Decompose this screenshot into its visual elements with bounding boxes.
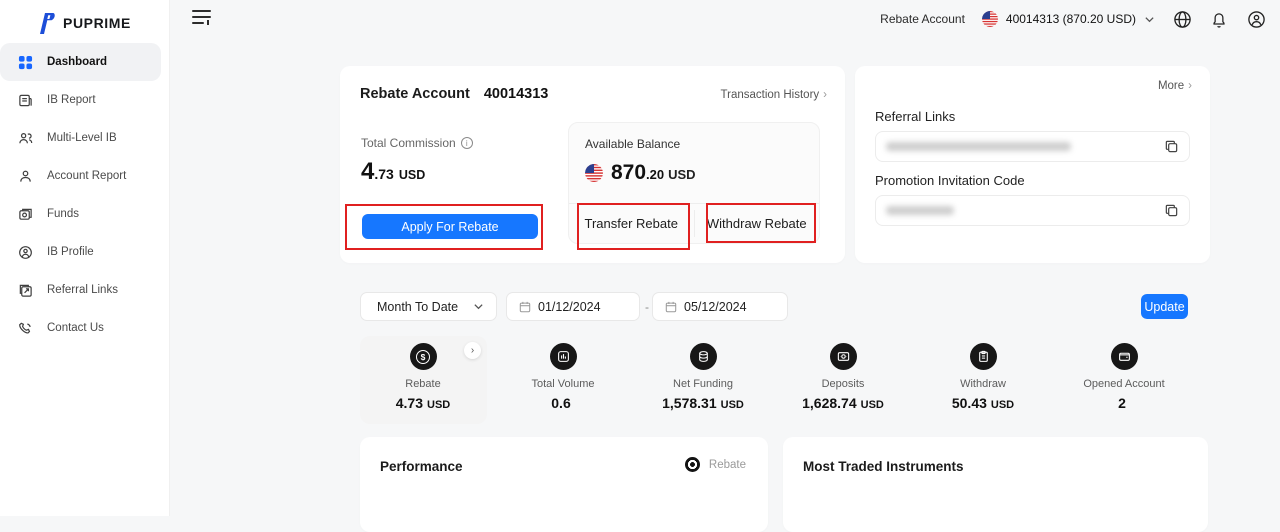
sidebar-item-label: Dashboard — [47, 56, 107, 68]
date-to-value: 05/12/2024 — [684, 300, 747, 314]
date-range-separator: - — [643, 292, 651, 321]
sidebar-item-label: Referral Links — [47, 284, 118, 296]
performance-panel: Performance Rebate — [360, 437, 768, 532]
dashboard-grid-icon — [17, 54, 34, 71]
language-globe-icon[interactable] — [1172, 9, 1192, 29]
info-icon[interactable]: i — [461, 137, 473, 149]
account-selector[interactable]: 40014313 (870.20 USD) — [982, 11, 1155, 27]
puprime-logo-icon — [34, 12, 56, 35]
person-icon — [17, 168, 34, 185]
copy-icon[interactable] — [1164, 139, 1179, 154]
notifications-bell-icon[interactable] — [1209, 9, 1229, 29]
receipt-icon — [970, 343, 997, 370]
available-balance-box: Available Balance 870.20USD Transfer Reb… — [568, 122, 820, 244]
available-balance-label: Available Balance — [585, 137, 680, 151]
total-commission-value: 4.73USD — [361, 158, 425, 186]
stat-opened-account[interactable]: Opened Account 2 — [1054, 343, 1194, 411]
stat-deposits[interactable]: Deposits 1,628.74USD — [773, 343, 913, 411]
most-traded-instruments-title: Most Traded Instruments — [803, 459, 964, 474]
sidebar-item-label: IB Report — [47, 94, 96, 106]
calendar-icon — [519, 301, 531, 313]
redacted-promotion-code — [886, 206, 954, 215]
sidebar-item-label: Account Report — [47, 170, 126, 182]
sidebar-item-label: Funds — [47, 208, 79, 220]
referral-link-icon — [17, 282, 34, 299]
performance-legend: Rebate — [685, 457, 746, 472]
transaction-history-link[interactable]: Transaction History › — [721, 89, 827, 101]
referral-links-card: More › Referral Links Promotion Invitati… — [855, 66, 1210, 263]
stat-net-funding[interactable]: Net Funding 1,578.31USD — [633, 343, 773, 411]
sidebar-item-referral-links[interactable]: Referral Links — [0, 271, 169, 309]
update-button[interactable]: Update — [1141, 294, 1188, 319]
performance-title: Performance — [380, 459, 463, 474]
profile-circle-icon — [17, 244, 34, 261]
sidebar-item-ib-report[interactable]: IB Report — [0, 81, 169, 119]
stat-total-volume[interactable]: Total Volume 0.6 — [493, 343, 633, 411]
date-range-value: Month To Date — [377, 300, 458, 314]
referral-links-label: Referral Links — [875, 109, 955, 124]
sidebar-item-label: Multi-Level IB — [47, 132, 117, 144]
stat-withdraw[interactable]: Withdraw 50.43USD — [913, 343, 1053, 411]
dollar-ring-icon: $ — [410, 343, 437, 370]
menu-toggle-icon[interactable] — [192, 10, 214, 28]
chevron-right-icon: › — [1188, 80, 1192, 92]
date-from-value: 01/12/2024 — [538, 300, 601, 314]
account-number-balance: 40014313 (870.20 USD) — [1006, 12, 1136, 26]
rebate-account-card: Rebate Account 40014313 Transaction Hist… — [340, 66, 845, 263]
topbar-right: Rebate Account 40014313 (870.20 USD) — [880, 7, 1266, 31]
coins-icon — [690, 343, 717, 370]
us-flag-icon — [982, 11, 998, 27]
date-to-input[interactable]: 05/12/2024 — [652, 292, 788, 321]
brand-logo: PUPRIME — [0, 0, 169, 38]
report-document-icon — [17, 92, 34, 109]
banknote-icon — [830, 343, 857, 370]
rebate-account-number: 40014313 — [484, 86, 549, 102]
referral-link-field[interactable] — [875, 131, 1190, 162]
sidebar-item-ib-profile[interactable]: IB Profile — [0, 233, 169, 271]
sidebar-item-dashboard[interactable]: Dashboard — [0, 43, 161, 81]
rebate-legend-dot-icon — [685, 457, 700, 472]
chevron-down-icon — [1144, 14, 1155, 25]
rebate-account-label: Rebate Account — [880, 12, 965, 26]
redacted-referral-link — [886, 142, 1071, 151]
sidebar-item-account-report[interactable]: Account Report — [0, 157, 169, 195]
user-profile-icon[interactable] — [1246, 9, 1266, 29]
sidebar-item-multi-level-ib[interactable]: Multi-Level IB — [0, 119, 169, 157]
total-commission-label: Total Commission i — [361, 136, 473, 150]
legend-label: Rebate — [709, 459, 746, 471]
people-icon — [17, 130, 34, 147]
apply-for-rebate-button[interactable]: Apply For Rebate — [362, 214, 538, 239]
sidebar-item-label: Contact Us — [47, 322, 104, 334]
wallet-icon — [1111, 343, 1138, 370]
date-range-select[interactable]: Month To Date — [360, 292, 497, 321]
us-flag-icon — [585, 164, 603, 182]
most-traded-instruments-panel: Most Traded Instruments — [783, 437, 1208, 532]
available-balance-value: 870.20USD — [585, 161, 696, 185]
stat-rebate[interactable]: $ Rebate 4.73USD — [353, 343, 493, 411]
more-link[interactable]: More › — [1158, 80, 1192, 92]
promotion-invitation-code-label: Promotion Invitation Code — [875, 173, 1025, 188]
chevron-right-icon: › — [823, 89, 827, 101]
chevron-down-icon — [473, 301, 484, 312]
sidebar-item-contact-us[interactable]: Contact Us — [0, 309, 169, 347]
withdraw-rebate-button[interactable]: Withdraw Rebate — [695, 204, 820, 243]
sidebar-nav: Dashboard IB Report Multi-Level IB Accou… — [0, 43, 169, 347]
copy-icon[interactable] — [1164, 203, 1179, 218]
rebate-card-title: Rebate Account — [360, 86, 470, 102]
promotion-code-field[interactable] — [875, 195, 1190, 226]
bar-chart-icon — [550, 343, 577, 370]
calendar-icon — [665, 301, 677, 313]
phone-icon — [17, 320, 34, 337]
transfer-rebate-button[interactable]: Transfer Rebate — [569, 204, 694, 243]
funds-money-icon — [17, 206, 34, 223]
brand-name: PUPRIME — [63, 15, 131, 31]
sidebar-item-funds[interactable]: Funds — [0, 195, 169, 233]
sidebar-item-label: IB Profile — [47, 246, 94, 258]
sidebar: PUPRIME Dashboard IB Report Multi-Level … — [0, 0, 170, 516]
date-from-input[interactable]: 01/12/2024 — [506, 292, 640, 321]
